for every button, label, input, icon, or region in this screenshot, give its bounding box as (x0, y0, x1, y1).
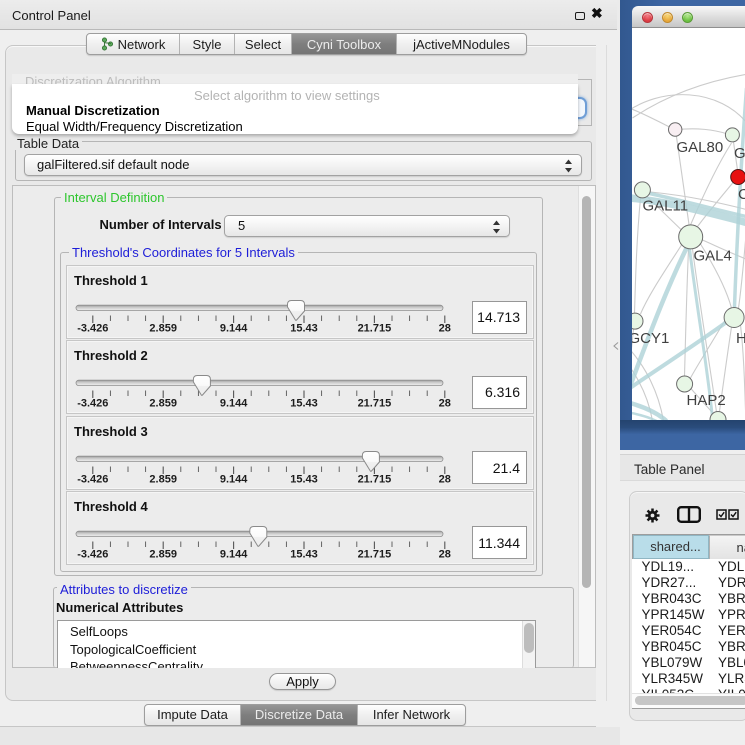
svg-text:9.144: 9.144 (220, 398, 248, 410)
svg-text:21.715: 21.715 (358, 398, 392, 410)
svg-text:-3.426: -3.426 (77, 548, 108, 560)
svg-text:HI: HI (736, 330, 745, 347)
svg-text:GA: GA (734, 145, 745, 162)
svg-text:21.715: 21.715 (358, 323, 392, 335)
svg-text:-3.426: -3.426 (77, 323, 108, 335)
svg-text:2.859: 2.859 (149, 548, 177, 560)
svg-text:28: 28 (439, 398, 451, 410)
svg-text:-3.426: -3.426 (77, 398, 108, 410)
svg-text:GAL80: GAL80 (676, 139, 723, 156)
svg-text:28: 28 (439, 473, 451, 485)
svg-text:15.43: 15.43 (290, 323, 318, 335)
svg-text:9.144: 9.144 (220, 323, 248, 335)
svg-text:9.144: 9.144 (220, 473, 248, 485)
svg-text:GAL11: GAL11 (642, 198, 688, 215)
svg-text:28: 28 (439, 323, 451, 335)
svg-text:2.859: 2.859 (149, 473, 177, 485)
svg-text:2.859: 2.859 (149, 398, 177, 410)
svg-text:15.43: 15.43 (290, 473, 318, 485)
svg-text:15.43: 15.43 (290, 398, 318, 410)
svg-text:2.859: 2.859 (149, 323, 177, 335)
svg-text:-3.426: -3.426 (77, 473, 108, 485)
svg-text:21.715: 21.715 (358, 473, 392, 485)
svg-text:GCY1: GCY1 (632, 330, 669, 347)
svg-text:HAP2: HAP2 (686, 392, 725, 409)
svg-text:GAL4: GAL4 (693, 248, 731, 265)
svg-text:28: 28 (439, 548, 451, 560)
svg-text:15.43: 15.43 (290, 548, 318, 560)
svg-text:CD: CD (738, 186, 745, 203)
svg-text:9.144: 9.144 (220, 548, 248, 560)
svg-text:21.715: 21.715 (358, 548, 392, 560)
